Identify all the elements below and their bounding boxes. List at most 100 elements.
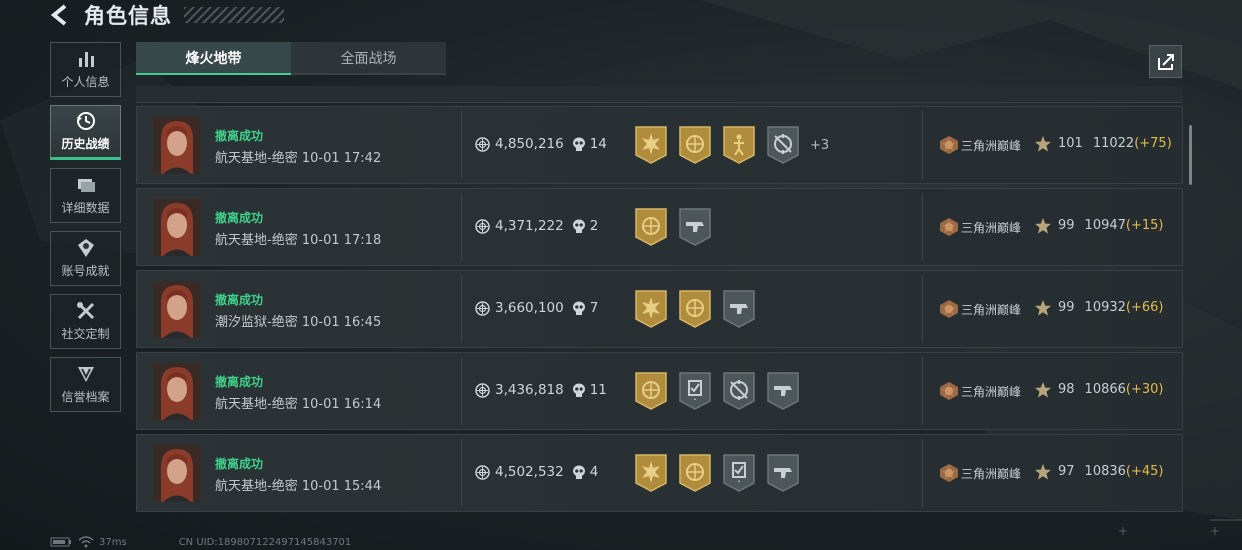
level-star-icon bbox=[1035, 464, 1051, 480]
skull-icon bbox=[572, 465, 585, 479]
kill-count: 11 bbox=[589, 382, 607, 398]
divider bbox=[461, 275, 462, 343]
cash-icon bbox=[475, 301, 490, 316]
rank-emblem-icon bbox=[940, 300, 958, 318]
status-bar: 37ms CN UID:18980712249714584370​1 bbox=[50, 534, 351, 550]
map-name: 航天基地-绝密 bbox=[215, 397, 298, 412]
extraction-status: 撤离成功 bbox=[215, 457, 264, 471]
uid-text: CN UID:18980712249714584370​1 bbox=[178, 536, 352, 548]
score-value: 10866 bbox=[1084, 382, 1126, 397]
grey-check-badge-icon bbox=[679, 372, 711, 410]
badge-group bbox=[634, 207, 722, 247]
back-arrow-icon[interactable] bbox=[50, 4, 72, 26]
rank-score: 10836(+45) bbox=[1085, 464, 1164, 479]
match-row[interactable]: 撤离成功 航天基地-绝密 10-01 16:14 3,436,818 11 三角… bbox=[136, 352, 1183, 430]
match-time: 10-01 16:45 bbox=[301, 315, 382, 330]
more-badges-count: +3 bbox=[810, 137, 830, 153]
sidebar-item-history[interactable]: 历史战绩 bbox=[50, 105, 121, 160]
map-and-time: 潮汐监狱-绝密 10-01 16:45 bbox=[215, 311, 381, 330]
sidebar-item-social[interactable]: 社交定制 bbox=[50, 294, 121, 349]
divider bbox=[922, 357, 923, 425]
score-value: 10932 bbox=[1084, 300, 1126, 315]
grey-crosshair-badge-icon bbox=[767, 126, 799, 164]
operator-portrait bbox=[153, 199, 201, 256]
sidebar-item-details[interactable]: 详细数据 bbox=[50, 168, 121, 223]
sidebar-item-achievements[interactable]: 账号成就 bbox=[50, 231, 121, 286]
svg-text:+: + bbox=[1210, 524, 1220, 538]
gold-circle-badge-icon bbox=[635, 372, 667, 410]
sidebar-item-profile[interactable]: 个人信息 bbox=[50, 42, 121, 97]
operator-portrait bbox=[153, 281, 201, 338]
grey-gun-badge-icon bbox=[767, 454, 799, 492]
score-delta: (+45) bbox=[1125, 464, 1164, 479]
shield-v-icon bbox=[77, 367, 94, 382]
gold-figure-badge-icon bbox=[723, 126, 755, 164]
level-value: 98 bbox=[1058, 382, 1075, 397]
grey-gun-badge-icon bbox=[679, 208, 711, 246]
score-value: 11022 bbox=[1092, 136, 1135, 151]
map-name: 航天基地-绝密 bbox=[215, 233, 298, 248]
title-bar: 角色信息 bbox=[50, 0, 284, 30]
share-button[interactable] bbox=[1149, 45, 1182, 78]
achievement-medal-icon bbox=[77, 239, 94, 257]
tab-warzone[interactable]: 烽火地带 bbox=[136, 42, 291, 75]
badge-group bbox=[634, 371, 810, 411]
score-delta: (+75) bbox=[1134, 136, 1172, 151]
gold-sun-badge-icon bbox=[635, 126, 667, 164]
gold-circle-badge-icon bbox=[679, 126, 711, 164]
match-time: 10-01 17:18 bbox=[301, 233, 382, 248]
kill-count: 2 bbox=[589, 218, 599, 234]
mode-tabs: 烽火地带 全面战场 bbox=[136, 42, 446, 75]
skull-icon bbox=[572, 301, 585, 315]
map-name: 航天基地-绝密 bbox=[215, 151, 298, 166]
history-clock-icon bbox=[76, 112, 95, 130]
grey-crosshair-badge-icon bbox=[723, 372, 755, 410]
gold-sun-badge-icon bbox=[635, 290, 667, 328]
money-value: 4,371,222 bbox=[495, 218, 564, 234]
rank-score: 10947(+15) bbox=[1085, 218, 1164, 233]
match-history-list[interactable]: 撤离成功 航天基地-绝密 10-01 17:42 4,850,216 14 +3… bbox=[136, 86, 1183, 523]
ping-text: 37ms bbox=[99, 536, 127, 548]
sidebar-item-reputation[interactable]: 信誉档案 bbox=[50, 357, 121, 412]
grey-check-badge-icon bbox=[723, 454, 755, 492]
match-row[interactable]: 撤离成功 航天基地-绝密 10-01 15:44 4,502,532 4 三角洲… bbox=[136, 434, 1183, 512]
divider bbox=[922, 111, 923, 179]
gold-sun-badge-icon bbox=[635, 454, 667, 492]
divider bbox=[922, 275, 923, 343]
level-star-icon bbox=[1035, 382, 1051, 398]
sidebar-item-label: 历史战绩 bbox=[61, 137, 110, 151]
match-row[interactable]: 撤离成功 航天基地-绝密 10-01 17:42 4,850,216 14 +3… bbox=[136, 106, 1183, 184]
scrollbar[interactable] bbox=[1189, 125, 1192, 185]
level-star-icon bbox=[1035, 136, 1051, 152]
level-value: 101 bbox=[1058, 136, 1083, 151]
gold-circle-badge-icon bbox=[635, 208, 667, 246]
stacked-cards-icon bbox=[77, 179, 95, 192]
sidebar-item-label: 详细数据 bbox=[61, 201, 110, 215]
cash-icon bbox=[475, 137, 490, 152]
match-row[interactable]: 撤离成功 航天基地-绝密 10-01 17:18 4,371,222 2 三角洲… bbox=[136, 188, 1183, 266]
cash-icon bbox=[475, 383, 490, 398]
level-value: 97 bbox=[1058, 464, 1075, 479]
rank-name: 三角洲巅峰 bbox=[961, 139, 1022, 153]
money-value: 3,436,818 bbox=[495, 382, 564, 398]
rank-name: 三角洲巅峰 bbox=[961, 303, 1022, 317]
map-and-time: 航天基地-绝密 10-01 16:14 bbox=[215, 393, 381, 412]
match-row[interactable]: 撤离成功 潮汐监狱-绝密 10-01 16:45 3,660,100 7 三角洲… bbox=[136, 270, 1183, 348]
partial-row bbox=[136, 86, 1183, 103]
score-value: 10947 bbox=[1084, 218, 1126, 233]
extraction-status: 撤离成功 bbox=[215, 293, 264, 307]
gold-circle-badge-icon bbox=[679, 290, 711, 328]
skull-icon bbox=[572, 219, 585, 233]
map-name: 潮汐监狱-绝密 bbox=[215, 315, 298, 330]
level-value: 99 bbox=[1058, 218, 1075, 233]
tab-full-battlefield[interactable]: 全面战场 bbox=[291, 42, 446, 75]
gold-circle-badge-icon bbox=[679, 454, 711, 492]
sidebar-item-label: 个人信息 bbox=[61, 75, 110, 89]
rank-emblem-icon bbox=[940, 136, 958, 154]
map-and-time: 航天基地-绝密 10-01 17:18 bbox=[215, 229, 381, 248]
score-delta: (+66) bbox=[1125, 300, 1164, 315]
cash-icon bbox=[475, 219, 490, 234]
kill-count: 4 bbox=[589, 464, 599, 480]
grey-gun-badge-icon bbox=[723, 290, 755, 328]
extraction-status: 撤离成功 bbox=[215, 211, 264, 225]
